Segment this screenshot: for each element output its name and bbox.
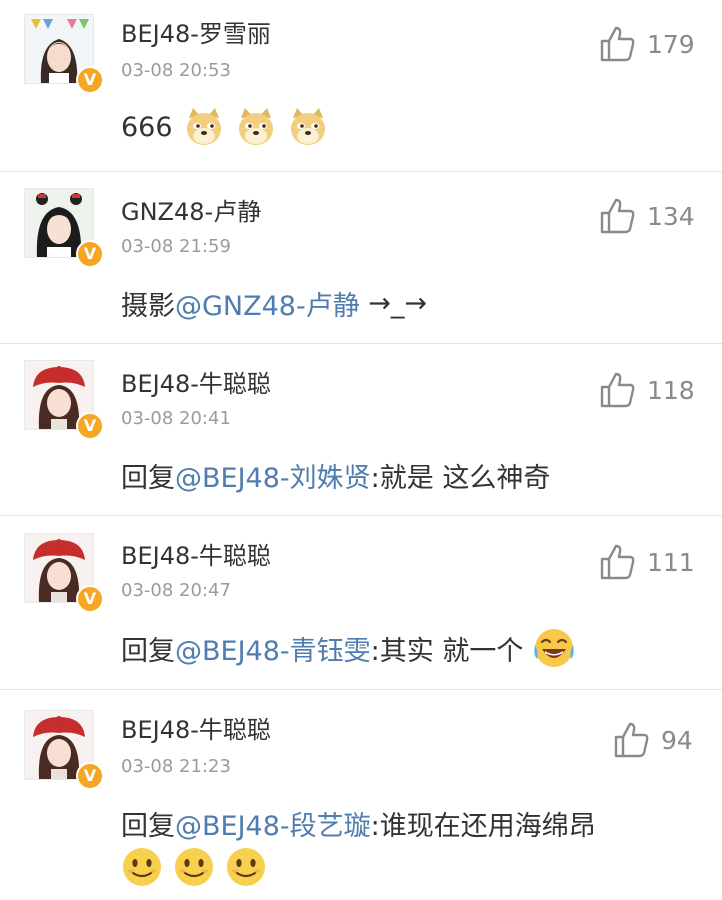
like-button[interactable]: 118: [599, 370, 695, 410]
thumbs-up-icon: [600, 198, 635, 234]
comment-body: :谁现在还用海绵昂: [370, 810, 596, 842]
smile-emoji: [175, 848, 213, 886]
avatar[interactable]: V: [24, 188, 104, 268]
comment-list: V BEJ48-罗雪丽 03-08 20:53 179 666 V GNZ48-…: [0, 0, 722, 900]
smile-emoji: [227, 848, 265, 886]
doge-emoji: [186, 108, 221, 145]
avatar[interactable]: V: [24, 14, 104, 94]
timestamp: 03-08 21:59: [121, 236, 231, 257]
like-button[interactable]: 134: [599, 196, 695, 236]
avatar[interactable]: V: [24, 360, 104, 440]
comment-text: 回复 @BEJ48-刘姝贤 :就是 这么神奇: [121, 454, 550, 496]
comment-text: 回复 @BEJ48-青钰雯 :其实 就一个: [121, 626, 575, 670]
mention-link[interactable]: @BEJ48-段艺璇: [175, 804, 371, 843]
like-button[interactable]: 94: [613, 720, 693, 760]
username[interactable]: GNZ48-卢静: [121, 192, 261, 227]
doge-emoji: [290, 108, 325, 145]
comment-body: 666: [121, 111, 173, 143]
like-count: 94: [661, 725, 693, 755]
comment-body: →_→: [359, 287, 428, 319]
thumbs-up-icon: [600, 26, 635, 62]
username[interactable]: BEJ48-罗雪丽: [121, 14, 271, 49]
verified-badge: V: [76, 240, 104, 268]
doge-emoji: [238, 108, 273, 145]
like-button[interactable]: 111: [599, 542, 695, 582]
like-count: 179: [647, 29, 695, 59]
comment-prefix: 回复: [121, 462, 175, 494]
comment-item: V GNZ48-卢静 03-08 21:59 134 摄影 @GNZ48-卢静 …: [0, 172, 722, 344]
comment-item: V BEJ48-牛聪聪 03-08 21:23 94 回复 @BEJ48-段艺璇…: [0, 690, 722, 900]
comment-text: 摄影 @GNZ48-卢静 →_→: [121, 282, 427, 324]
comment-item: V BEJ48-牛聪聪 03-08 20:47 111 回复 @BEJ48-青钰…: [0, 516, 722, 690]
like-count: 111: [647, 547, 695, 577]
like-count: 134: [647, 201, 695, 231]
thumbs-up-icon: [614, 722, 649, 758]
mention-link[interactable]: @BEJ48-刘姝贤: [175, 456, 371, 495]
username[interactable]: BEJ48-牛聪聪: [121, 536, 271, 571]
comment-item: V BEJ48-牛聪聪 03-08 20:41 118 回复 @BEJ48-刘姝…: [0, 344, 722, 516]
comment-prefix: 回复: [121, 635, 175, 667]
mention-link[interactable]: @BEJ48-青钰雯: [175, 629, 371, 668]
comment-body: :就是 这么神奇: [370, 462, 551, 494]
timestamp: 03-08 20:47: [121, 580, 231, 601]
mention-link[interactable]: @GNZ48-卢静: [175, 284, 360, 323]
verified-badge: V: [76, 412, 104, 440]
like-button[interactable]: 179: [599, 24, 695, 64]
comment-body: :其实 就一个: [370, 635, 524, 667]
thumbs-up-icon: [600, 544, 635, 580]
avatar[interactable]: V: [24, 710, 104, 790]
username[interactable]: BEJ48-牛聪聪: [121, 364, 271, 399]
comment-item: V BEJ48-罗雪丽 03-08 20:53 179 666: [0, 0, 722, 172]
timestamp: 03-08 20:53: [121, 60, 231, 81]
thumbs-up-icon: [600, 372, 635, 408]
verified-badge: V: [76, 66, 104, 94]
laugh-cry-emoji: [534, 629, 575, 667]
verified-badge: V: [76, 762, 104, 790]
avatar[interactable]: V: [24, 533, 104, 613]
timestamp: 03-08 20:41: [121, 408, 231, 429]
username[interactable]: BEJ48-牛聪聪: [121, 710, 271, 745]
comment-text: 666: [121, 106, 329, 148]
comment-prefix: 摄影: [121, 290, 175, 322]
timestamp: 03-08 21:23: [121, 756, 231, 777]
comment-text: 回复 @BEJ48-段艺璇 :谁现在还用海绵昂: [121, 802, 596, 844]
like-count: 118: [647, 375, 695, 405]
emoji-row: [121, 846, 277, 888]
verified-badge: V: [76, 585, 104, 613]
comment-prefix: 回复: [121, 810, 175, 842]
smile-emoji: [123, 848, 161, 886]
